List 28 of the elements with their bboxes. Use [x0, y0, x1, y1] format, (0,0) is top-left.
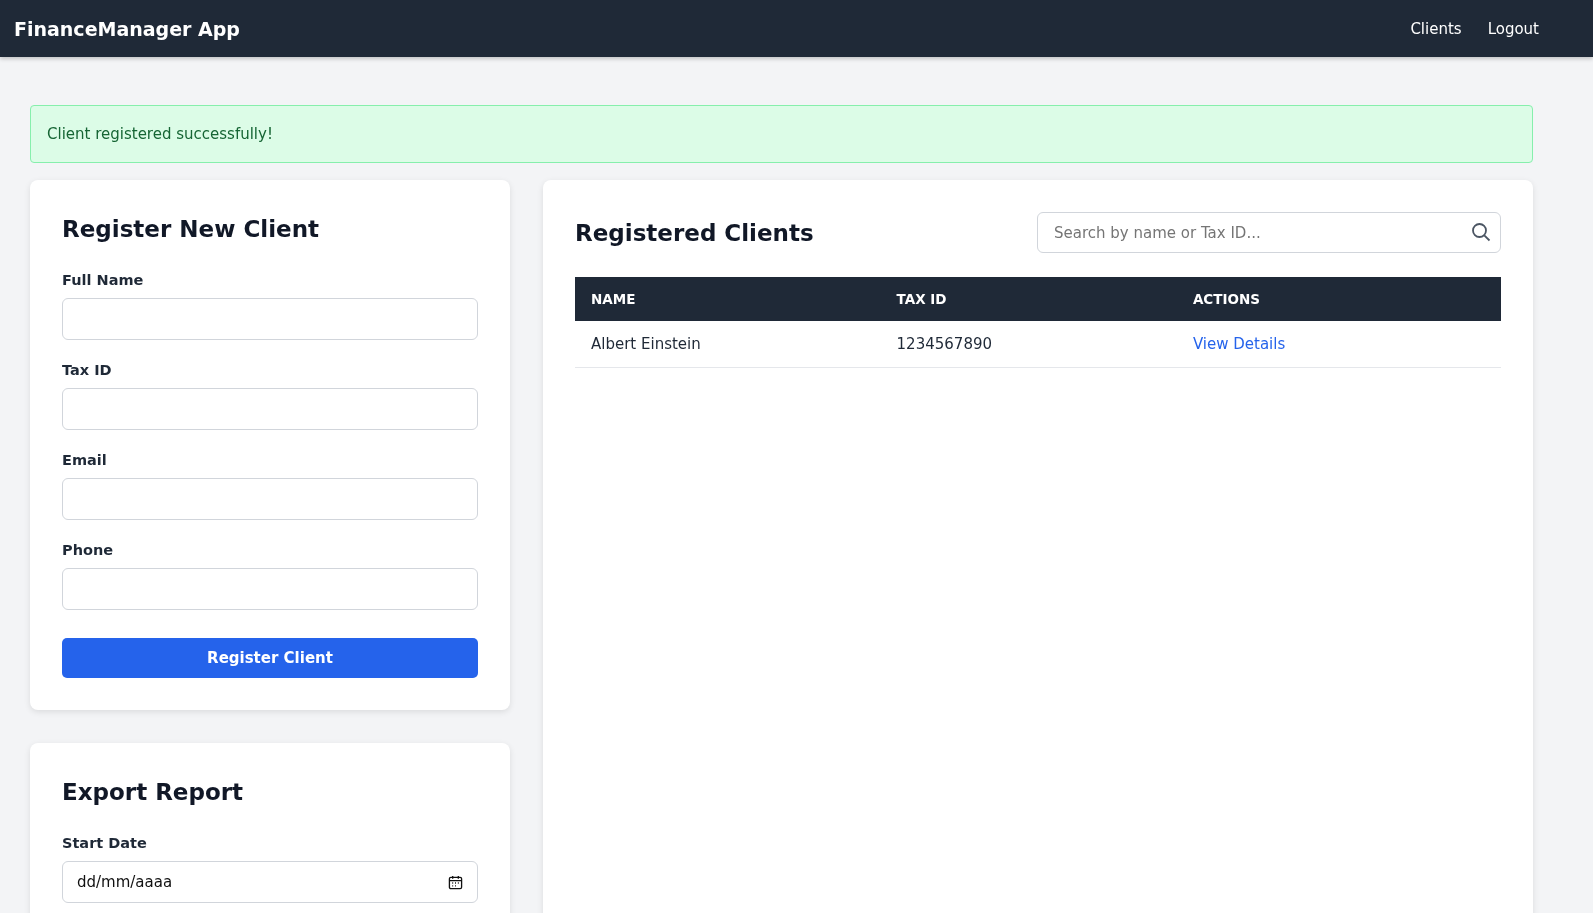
- view-details-link[interactable]: View Details: [1192, 335, 1286, 353]
- search-icon[interactable]: [1471, 222, 1491, 242]
- field-label: Tax ID: [62, 362, 113, 378]
- column-header: ACTIONS: [1176, 277, 1501, 321]
- column-header: NAME: [575, 277, 881, 321]
- input-field[interactable]: [62, 478, 478, 520]
- input-field[interactable]: [62, 568, 478, 610]
- card-title: Export Report: [62, 779, 245, 805]
- search-field[interactable]: Search by name or Tax ID...: [1037, 212, 1501, 253]
- input-field[interactable]: [62, 298, 478, 340]
- date-field[interactable]: dd/mm/aaaa: [62, 861, 478, 903]
- calendar-icon[interactable]: [448, 874, 463, 890]
- card-title: Registered Clients: [575, 219, 814, 246]
- field-label: Start Date: [62, 835, 148, 851]
- field-label: Full Name: [62, 272, 145, 288]
- nav-link[interactable]: Clients: [1410, 19, 1462, 38]
- register-button[interactable]: Register Client: [62, 638, 478, 678]
- input-field[interactable]: [62, 388, 478, 430]
- alert-message: Client registered successfully!: [47, 125, 273, 143]
- date-placeholder: dd/mm/aaaa: [77, 873, 173, 891]
- field-label: Email: [62, 452, 108, 468]
- app-brand: FinanceManager App: [14, 17, 240, 40]
- table-cell: 1234567890: [880, 321, 1177, 368]
- field-label: Phone: [62, 542, 115, 558]
- nav-link[interactable]: Logout: [1487, 19, 1539, 38]
- card-title: Register New Client: [62, 216, 320, 242]
- column-header: TAX ID: [880, 277, 1177, 321]
- table-cell: Albert Einstein: [575, 321, 881, 368]
